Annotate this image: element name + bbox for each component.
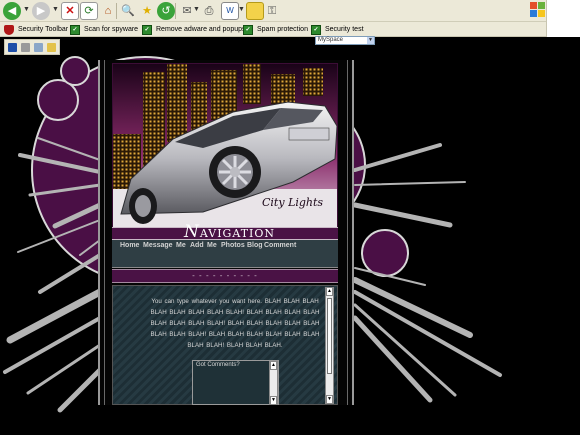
nav-link-message[interactable]: Message — [143, 242, 173, 249]
nav-link-comment[interactable]: Comment — [264, 242, 296, 249]
browser-window: City Lights NAVIGATION Home Message Me A… — [0, 0, 580, 435]
security-test-icon: ✓ — [311, 24, 321, 35]
back-arrow-icon[interactable]: ◀ — [3, 2, 21, 20]
search-icon[interactable]: 🔍 — [119, 2, 137, 20]
scan-icon: ✓ — [70, 24, 80, 35]
favorites-star-icon[interactable]: ★ — [138, 2, 156, 20]
security-toolbar-button[interactable]: Security Toolbar — [4, 24, 68, 35]
small-circle-bottom-right — [361, 229, 409, 277]
security-toolbar: Security Toolbar ✓ Scan for spyware ✓ Re… — [0, 22, 546, 37]
chevron-down-icon[interactable]: ▼ — [193, 6, 200, 13]
navigation-title: NAVIGATION — [184, 222, 275, 242]
security-toolbar-label: Security Toolbar — [18, 26, 69, 33]
security-test-button[interactable]: ✓ Security test — [311, 24, 364, 35]
divider-dots: - - - - - - - - - - — [192, 271, 258, 280]
scan-spyware-button[interactable]: ✓ Scan for spyware — [70, 24, 138, 35]
search-field-value: MySpace — [318, 37, 344, 43]
remove-adware-icon: ✓ — [142, 24, 152, 35]
navigation-title-initial: N — [184, 222, 200, 242]
nav-link-photos[interactable]: Photos — [221, 242, 245, 249]
about-me-scrollbar[interactable]: ▲ ▼ — [325, 287, 334, 404]
discuss-icon[interactable] — [246, 2, 264, 20]
scroll-down-arrow[interactable]: ▼ — [326, 395, 333, 404]
chevron-down-icon[interactable]: ▼ — [367, 37, 374, 44]
folder-icon[interactable] — [47, 43, 56, 52]
spam-protection-icon: ✓ — [243, 24, 253, 35]
chevron-down-icon[interactable]: ▼ — [52, 6, 59, 13]
scan-spyware-label: Scan for spyware — [84, 26, 139, 33]
comments-scrollbar[interactable]: ▲ ▼ — [269, 361, 278, 405]
navigation-links-row: Home Message Me Add Me Photos Blog Comme… — [112, 240, 338, 268]
remove-adware-label: Remove adware and popups — [156, 26, 246, 33]
forward-arrow-icon[interactable]: ▶ — [32, 2, 50, 20]
stop-icon[interactable]: ✕ — [61, 2, 79, 20]
refresh-icon[interactable]: ⟳ — [80, 2, 98, 20]
print-icon[interactable]: ⎙ — [200, 2, 218, 20]
column-border-line — [104, 60, 105, 405]
nav-link-me-2[interactable]: Me — [207, 242, 217, 249]
scroll-up-arrow[interactable]: ▲ — [270, 361, 277, 370]
banner-caption: City Lights — [262, 196, 324, 209]
windows-logo-icon — [530, 2, 546, 18]
scroll-down-arrow[interactable]: ▼ — [270, 396, 277, 405]
small-circle-top-left — [37, 79, 79, 121]
nav-link-home[interactable]: Home — [120, 242, 139, 249]
toolbar-separator — [175, 3, 176, 19]
chevron-down-icon[interactable]: ▼ — [23, 6, 30, 13]
edit-icon[interactable]: W — [221, 2, 239, 20]
scrollbar-corner — [546, 0, 580, 37]
about-me-text: You can type whatever you want here. BLA… — [150, 298, 320, 350]
save-icon[interactable] — [8, 43, 17, 52]
browser-toolbar: ◀ ▼ ▶ ▼ ✕ ⟳ ⌂ 🔍 ★ ↺ ✉ ▼ ⎙ W ▼ ⚿ — [0, 0, 580, 22]
comments-label: Got Comments? — [196, 362, 240, 368]
nav-link-blog[interactable]: Blog — [247, 242, 263, 249]
toolbar-separator — [116, 3, 117, 19]
column-border-line — [347, 60, 348, 405]
security-test-label: Security test — [325, 26, 364, 33]
chevron-down-icon[interactable]: ▼ — [238, 6, 245, 13]
nav-link-me[interactable]: Me — [176, 242, 186, 249]
remove-adware-button[interactable]: ✓ Remove adware and popups — [142, 24, 246, 35]
spam-protection-label: Spam protection — [257, 26, 308, 33]
mail-icon[interactable] — [34, 43, 43, 52]
search-field[interactable]: MySpace ▼ — [315, 36, 375, 45]
scroll-thumb[interactable] — [327, 298, 332, 374]
image-toolbar — [4, 39, 60, 55]
navigation-title-rest: AVIGATION — [199, 227, 276, 240]
home-icon[interactable]: ⌂ — [99, 2, 117, 20]
nav-link-add[interactable]: Add — [190, 242, 204, 249]
print-icon[interactable] — [21, 43, 30, 52]
small-circle-top-mid — [60, 56, 90, 86]
shield-icon — [4, 24, 14, 35]
divider-bar: - - - - - - - - - - — [112, 269, 338, 283]
history-icon[interactable]: ↺ — [157, 2, 175, 20]
spam-protection-button[interactable]: ✓ Spam protection — [243, 24, 308, 35]
research-icon[interactable]: ⚿ — [263, 2, 281, 20]
scroll-up-arrow[interactable]: ▲ — [326, 287, 333, 296]
